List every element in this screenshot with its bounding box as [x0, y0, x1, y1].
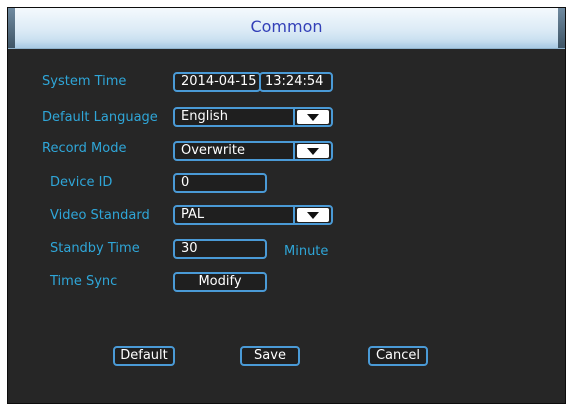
video-standard-select[interactable]: PAL [173, 205, 333, 225]
record-mode-select[interactable]: Overwrite [173, 141, 333, 161]
system-time-label: System Time [42, 74, 127, 89]
device-id-input[interactable]: 0 [173, 173, 267, 193]
default-button[interactable]: Default [113, 346, 175, 366]
video-standard-value: PAL [181, 207, 205, 222]
chevron-down-icon[interactable] [297, 110, 329, 124]
default-language-select[interactable]: English [173, 107, 333, 127]
dropdown-separator [293, 207, 295, 223]
save-button[interactable]: Save [240, 346, 300, 366]
chevron-down-icon[interactable] [297, 144, 329, 158]
record-mode-label: Record Mode [42, 141, 127, 156]
cancel-button[interactable]: Cancel [368, 346, 428, 366]
dialog-title: Common [250, 17, 323, 36]
chevron-down-icon[interactable] [297, 208, 329, 222]
default-language-label: Default Language [42, 110, 158, 125]
device-id-label: Device ID [50, 175, 113, 190]
standby-time-label: Standby Time [50, 241, 140, 256]
time-sync-label: Time Sync [50, 274, 118, 289]
dropdown-separator [293, 109, 295, 125]
record-mode-value: Overwrite [181, 143, 245, 158]
standby-time-input[interactable]: 30 [173, 239, 267, 259]
video-standard-label: Video Standard [50, 208, 150, 223]
system-date-field[interactable]: 2014-04-15 [173, 72, 261, 92]
system-time-field[interactable]: 13:24:54 [259, 72, 333, 92]
modify-button[interactable]: Modify [173, 272, 267, 292]
common-settings-dialog: Common System Time 2014-04-15 13:24:54 D… [7, 7, 566, 404]
dialog-titlebar: Common [8, 8, 565, 49]
standby-time-unit: Minute [284, 244, 329, 259]
default-language-value: English [181, 109, 228, 124]
dropdown-separator [293, 143, 295, 159]
